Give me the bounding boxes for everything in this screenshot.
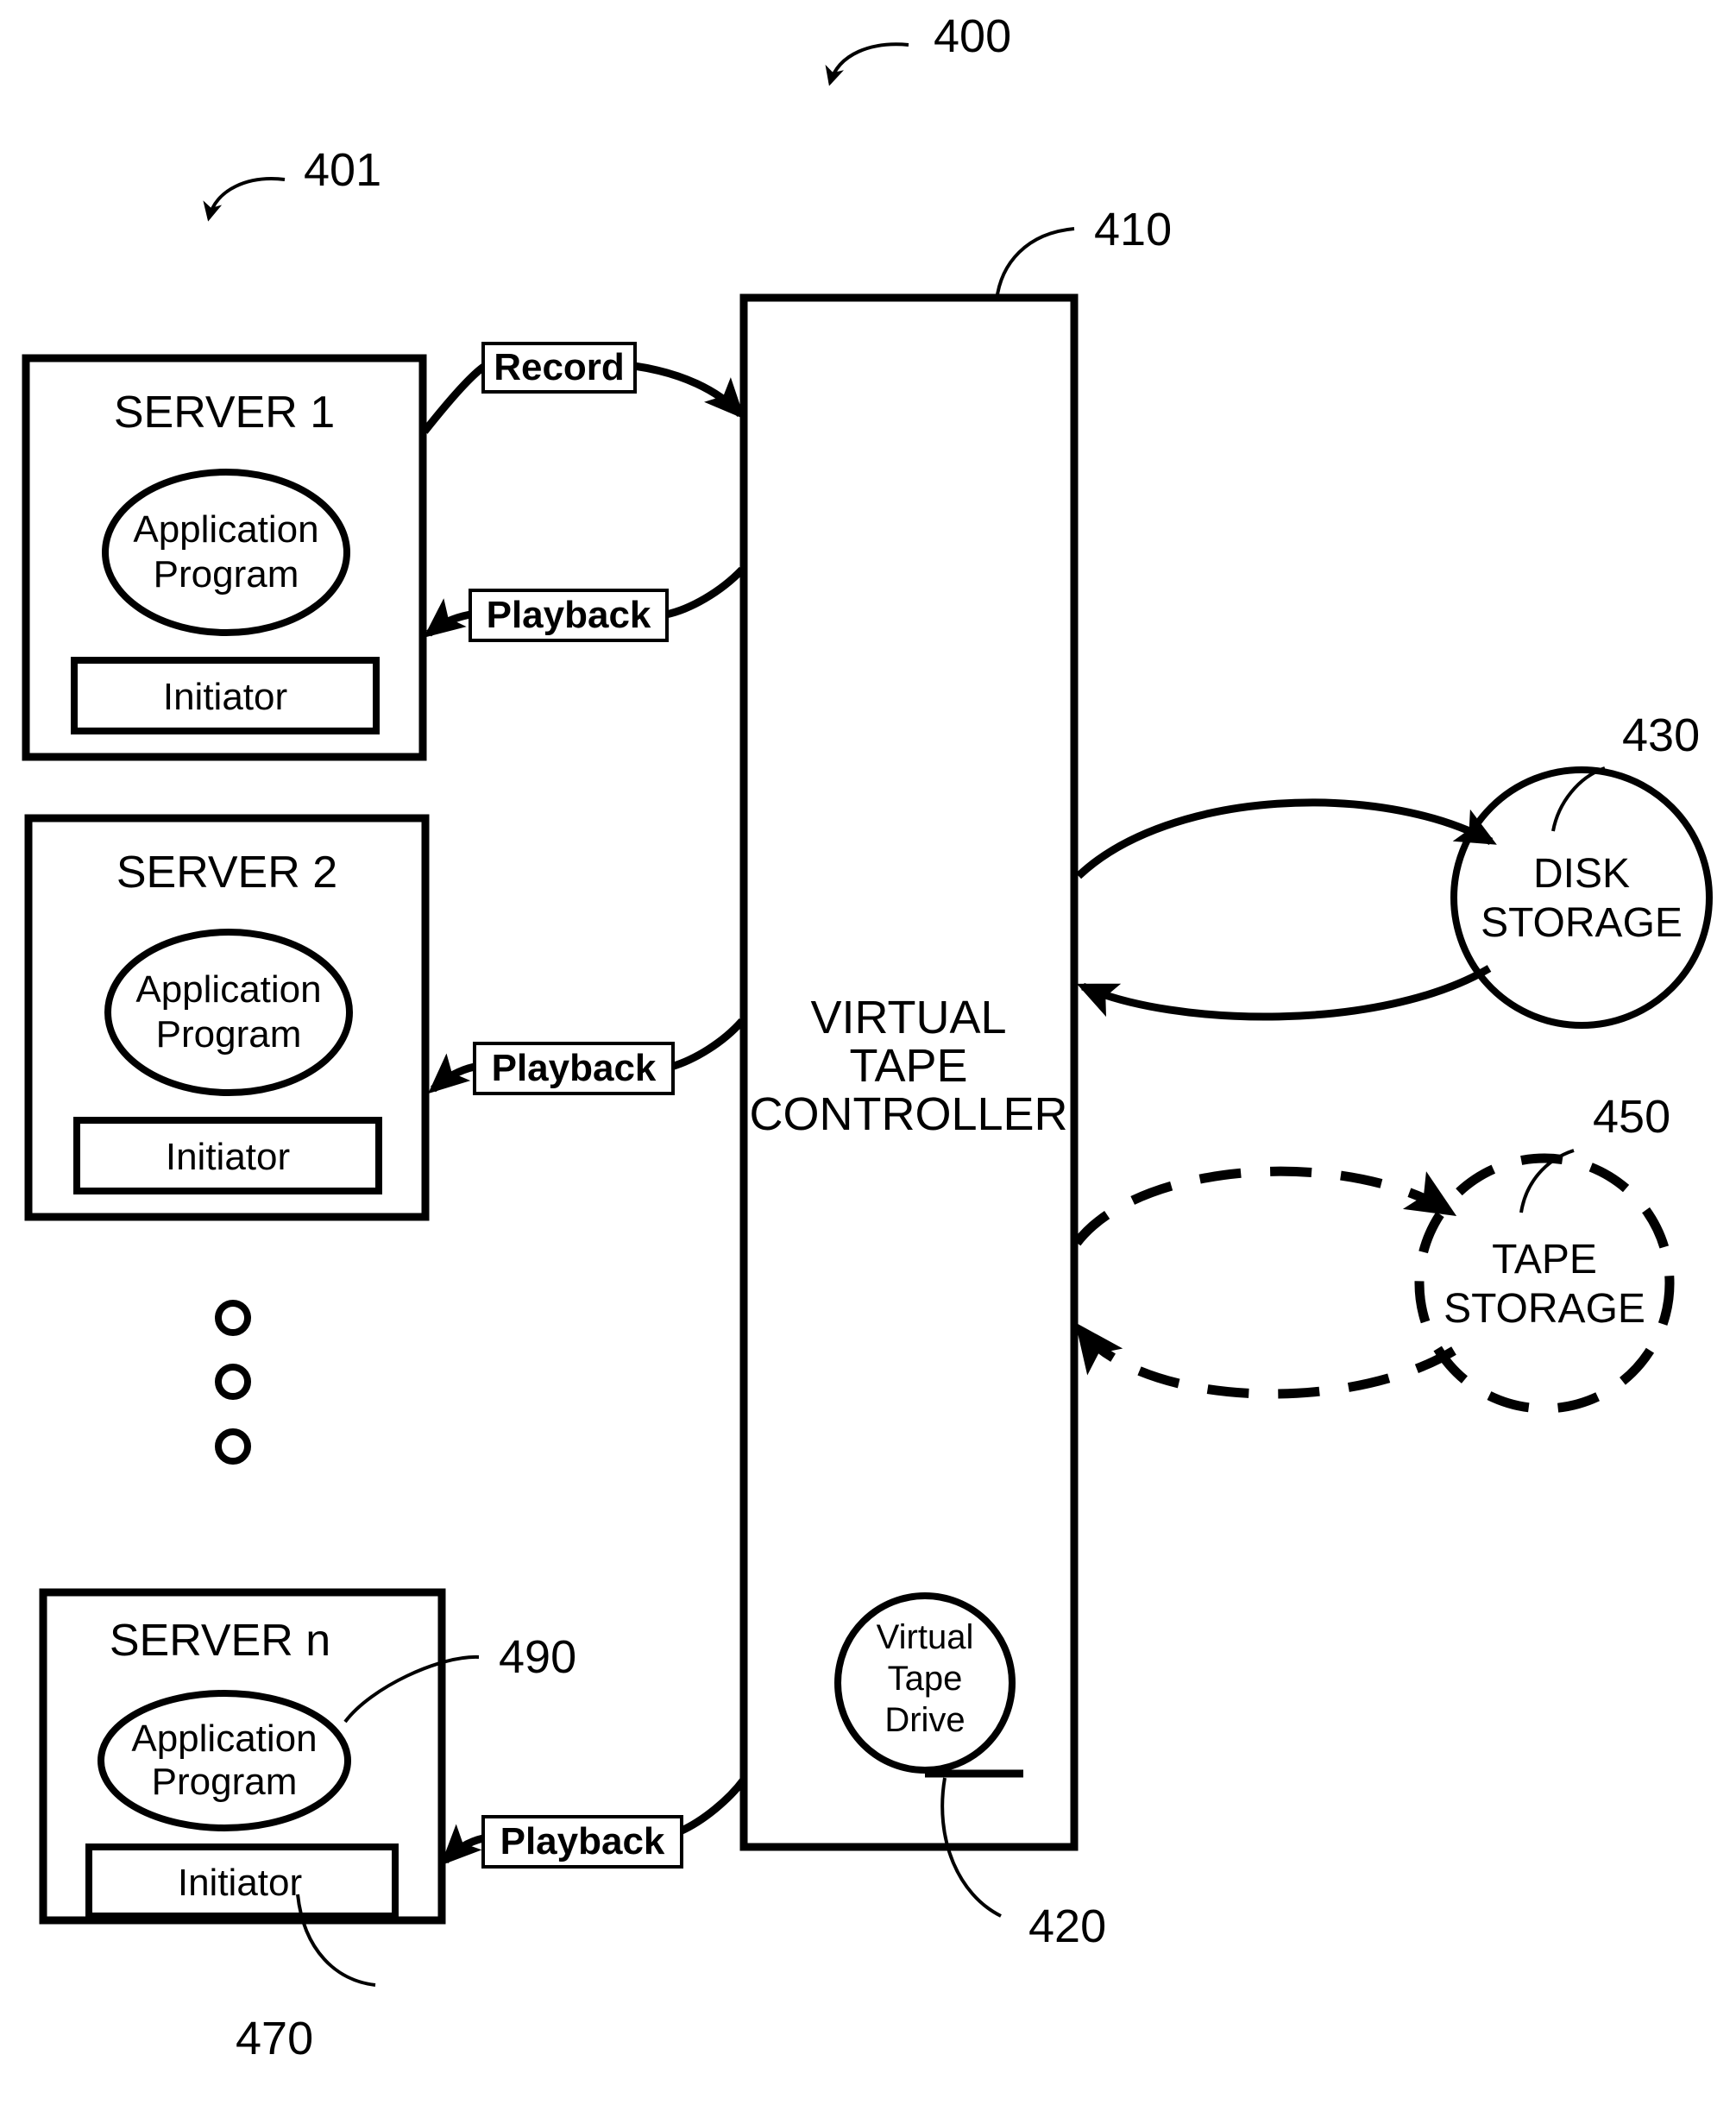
playbackn-curve-right (678, 1777, 747, 1836)
record-label-chip: Record (481, 342, 637, 394)
playback-label-chip-2: Playback (473, 1042, 675, 1095)
server-n-initiator-label: Initiator (178, 1862, 302, 1904)
server-2-app-line1: Application (135, 968, 321, 1011)
ref-number-400: 400 (934, 10, 1011, 62)
server-2-initiator-label: Initiator (166, 1136, 290, 1178)
playback-label-chip-1: Playback (469, 589, 669, 642)
callout-450: 450 (1519, 1091, 1670, 1213)
server-n-title: SERVER n (110, 1616, 330, 1666)
tape-storage[interactable]: TAPE STORAGE (1414, 1153, 1675, 1414)
callout-400: 400 (825, 10, 1011, 86)
server-n-app-line1: Application (131, 1717, 317, 1760)
ref-number-401: 401 (304, 144, 381, 196)
disk-to-controller-arrow (1076, 965, 1492, 1021)
tape-storage-line-1: TAPE (1492, 1237, 1597, 1283)
disk-storage-circle (1450, 766, 1713, 1029)
playback1-curve-right (664, 566, 745, 619)
playback-label-chip-n: Playback (481, 1815, 683, 1869)
vtd-line-1: Virtual (877, 1618, 974, 1656)
callout-401: 401 (203, 144, 381, 222)
server-block-2[interactable]: SERVER 2 Application Program Initiator (24, 814, 430, 1221)
ellipsis-dot-3 (215, 1428, 251, 1465)
playback-n-label-text: Playback (500, 1820, 665, 1862)
record-label-text: Record (494, 346, 625, 388)
tape-to-controller-arrow (1075, 1322, 1456, 1399)
record-curve-left (421, 362, 487, 434)
vtd-line-3: Drive (884, 1701, 965, 1739)
callout-410: 410 (995, 204, 1172, 301)
server-block-n[interactable]: SERVER n Application Program Initiator (39, 1588, 446, 1925)
playback-1-label-text: Playback (487, 594, 651, 636)
server-2-app-oval (104, 929, 353, 1096)
ellipsis-dot-1 (215, 1300, 251, 1336)
server-1-app-line1: Application (133, 508, 318, 551)
ref-number-430: 430 (1622, 709, 1700, 761)
figure-canvas: 400 401 SERVER 1 Application Program Ini… (22, 10, 1713, 2064)
disk-storage[interactable]: DISK STORAGE (1450, 766, 1713, 1029)
playback2-curve-left (428, 1053, 476, 1094)
playback-2-label-text: Playback (492, 1047, 657, 1089)
server-1-app-line2: Program (154, 553, 299, 596)
controller-line-1: VIRTUAL (810, 992, 1006, 1043)
controller-to-disk-arrow (1075, 798, 1497, 879)
patent-figure-400: 400 401 SERVER 1 Application Program Ini… (0, 0, 1736, 2105)
playback1-curve-left (423, 598, 471, 638)
server-2-title: SERVER 2 (116, 848, 337, 898)
controller-to-tape-arrow (1072, 1166, 1457, 1246)
ref-number-470: 470 (236, 2013, 313, 2064)
ref-number-410: 410 (1094, 204, 1172, 255)
ref-number-490: 490 (499, 1631, 576, 1683)
tape-storage-circle (1414, 1153, 1675, 1414)
tape-storage-line-2: STORAGE (1444, 1286, 1645, 1332)
server-1-app-oval (102, 469, 350, 636)
server-ellipsis (215, 1300, 251, 1465)
ref-number-450: 450 (1593, 1091, 1670, 1143)
server-1-initiator-label: Initiator (163, 676, 287, 718)
disk-storage-line-2: STORAGE (1481, 900, 1683, 946)
controller-line-2: TAPE (849, 1040, 967, 1092)
disk-storage-line-1: DISK (1533, 851, 1630, 897)
server-n-app-line2: Program (152, 1761, 298, 1803)
server-2-app-line2: Program (156, 1013, 302, 1056)
playback2-curve-right (670, 1018, 745, 1071)
ellipsis-dot-2 (215, 1364, 251, 1400)
record-curve-right (633, 362, 745, 419)
controller-line-3: CONTROLLER (749, 1088, 1067, 1140)
playbackn-curve-left (440, 1824, 485, 1866)
server-1-title: SERVER 1 (114, 388, 335, 438)
vtd-line-2: Tape (888, 1660, 963, 1698)
ref-number-420: 420 (1028, 1900, 1106, 1952)
server-block-1[interactable]: SERVER 1 Application Program Initiator (22, 354, 427, 761)
